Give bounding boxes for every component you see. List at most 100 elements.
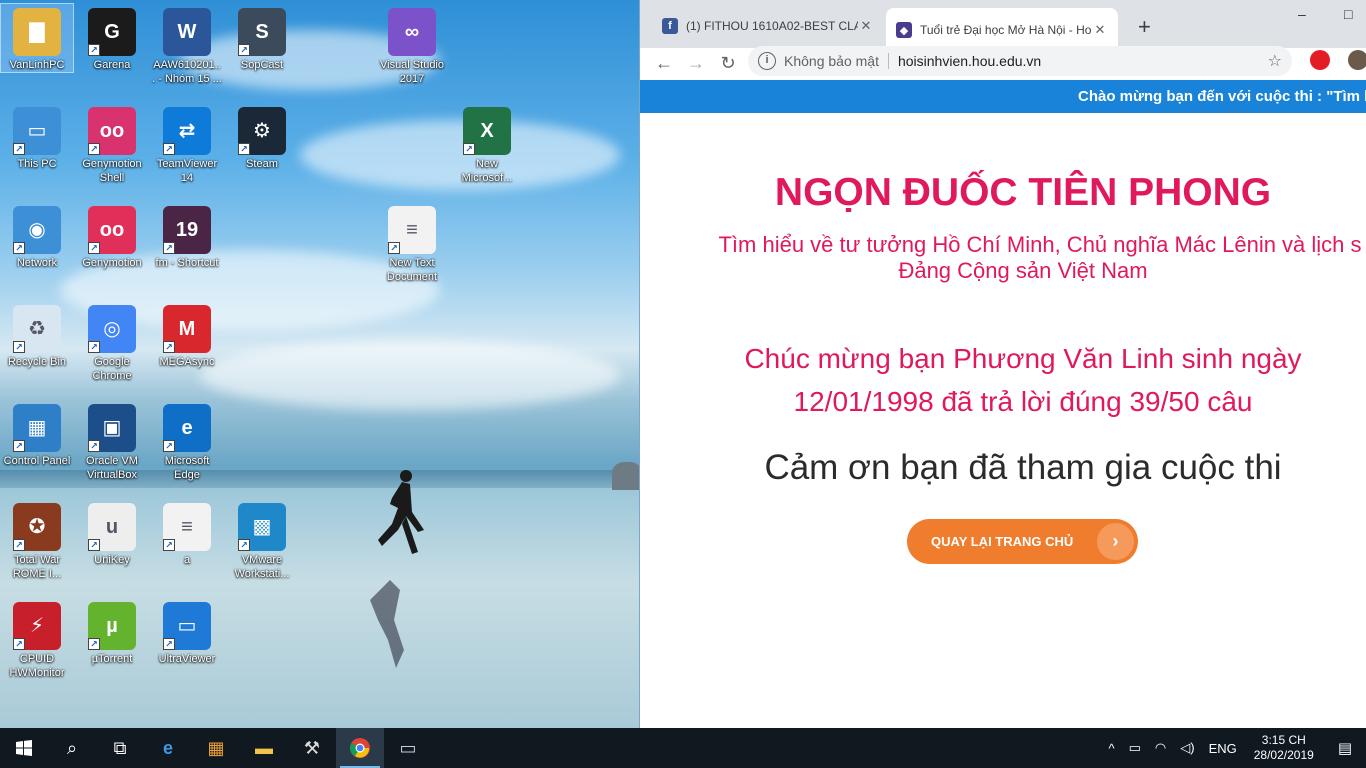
total-war-icon: ✪ ↗ xyxy=(13,503,61,551)
shortcut-arrow-icon: ↗ xyxy=(163,143,175,155)
opera-vpn-extension-icon[interactable] xyxy=(1310,50,1330,70)
desktop-icon-steam[interactable]: ⚙ ↗ Steam xyxy=(226,103,298,171)
reload-button[interactable]: ↻ xyxy=(712,53,744,74)
new-tab-button[interactable]: + xyxy=(1138,14,1151,40)
genymotion-icon: oo ↗ xyxy=(88,206,136,254)
taskbar-monitor-app[interactable]: ▭ xyxy=(384,728,432,768)
desktop-icon-label: New Microsof... xyxy=(461,158,513,184)
desktop-icon-virtualbox[interactable]: ▣ ↗ Oracle VM VirtualBox xyxy=(76,400,148,482)
taskbar-file-explorer[interactable]: ▬ xyxy=(240,728,288,768)
start-button[interactable] xyxy=(0,728,48,768)
system-tray: ^ ▭ ◠ ◁) ENG 3:15 CH 28/02/2019 ▤ xyxy=(1102,728,1366,768)
profile-avatar[interactable] xyxy=(1348,50,1366,70)
desktop-icon-genymotion-shell[interactable]: oo ↗ Genymotion Shell xyxy=(76,103,148,185)
address-bar[interactable]: i Không bảo mật hoisinhvien.hou.edu.vn ☆ xyxy=(748,46,1292,76)
desktop-icon-teamviewer[interactable]: ⇄ ↗ TeamViewer 14 xyxy=(151,103,223,185)
windows-logo-icon xyxy=(16,740,32,756)
desktop-icon-chrome[interactable]: ◎ ↗ Google Chrome xyxy=(76,301,148,383)
desktop-icon-text-document[interactable]: ≡ ↗ New Text Document xyxy=(376,202,448,284)
desktop-icon-vmware[interactable]: ▩ ↗ VMware Workstati... xyxy=(226,499,298,581)
user-folder-icon: ▇ xyxy=(13,8,61,56)
chevron-right-icon: › xyxy=(1097,523,1134,560)
taskbar-store[interactable]: ▦ xyxy=(192,728,240,768)
page-title: NGỌN ĐUỐC TIÊN PHONG xyxy=(774,171,1272,214)
result-message: Chúc mừng bạn Phương Văn Linh sinh ngày … xyxy=(640,337,1366,423)
facebook-icon: f xyxy=(662,18,678,34)
desktop-icon-label: Total War ROME I... xyxy=(12,554,62,580)
recycle-bin-icon: ♻ ↗ xyxy=(13,305,61,353)
steam-icon: ⚙ ↗ xyxy=(238,107,286,155)
taskbar-edge[interactable]: e xyxy=(144,728,192,768)
page-subtitle-line2: Đảng Cộng sản Việt Nam xyxy=(898,258,1148,283)
chrome-icon xyxy=(350,738,370,758)
volume-icon[interactable]: ◁) xyxy=(1173,740,1201,756)
back-to-home-button[interactable]: QUAY LẠI TRANG CHỦ › xyxy=(907,519,1138,564)
desktop-icon-label: This PC xyxy=(17,158,57,170)
desktop-icon-label: Visual Studio 2017 xyxy=(379,59,444,85)
bookmark-star-icon[interactable]: ☆ xyxy=(1268,51,1282,71)
desktop-icon-label: MEGAsync xyxy=(159,356,215,368)
forward-button[interactable]: → xyxy=(680,53,712,74)
desktop-icon-fm-shortcut[interactable]: 19 ↗ fm - Shortcut xyxy=(151,202,223,270)
edge-icon: e ↗ xyxy=(163,404,211,452)
genymotion-shell-icon: oo ↗ xyxy=(88,107,136,155)
desktop-icon-visual-studio[interactable]: ∞ Visual Studio 2017 xyxy=(376,4,448,86)
chrome-icon: ◎ ↗ xyxy=(88,305,136,353)
desktop-icon-label: CPUID HWMonitor xyxy=(9,653,65,679)
taskbar-chrome[interactable] xyxy=(336,728,384,768)
desktop-icon-network[interactable]: ◉ ↗ Network xyxy=(1,202,73,270)
task-view-icon: ⧉ xyxy=(113,737,127,758)
desktop-icon-ultraviewer[interactable]: ▭ ↗ UltraViewer xyxy=(151,598,223,666)
back-button[interactable]: ← xyxy=(648,53,680,74)
show-hidden-icons-button[interactable]: ^ xyxy=(1102,741,1122,756)
taskbar-tool[interactable]: ⚒ xyxy=(288,728,336,768)
desktop-icon-sopcast[interactable]: S ↗ SopCast xyxy=(226,4,298,72)
megasync-icon: M ↗ xyxy=(163,305,211,353)
excel-document-icon: X ↗ xyxy=(463,107,511,155)
garena-icon: G ↗ xyxy=(88,8,136,56)
desktop-icon-control-panel[interactable]: ▦ ↗ Control Panel xyxy=(1,400,73,468)
desktop-icon-word-document[interactable]: W AAW610201... - Nhóm 15 ... xyxy=(151,4,223,86)
search-button[interactable]: ⌕ xyxy=(48,728,96,768)
desktop-icon-utorrent[interactable]: µ ↗ µTorrent xyxy=(76,598,148,666)
shortcut-arrow-icon: ↗ xyxy=(238,143,250,155)
desktop-icon-text-document[interactable]: ≡ ↗ a xyxy=(151,499,223,567)
desktop-icon-user-folder[interactable]: ▇ VanLinhPC xyxy=(0,3,74,73)
desktop-icon-edge[interactable]: e ↗ Microsoft Edge xyxy=(151,400,223,482)
clock-date: 28/02/2019 xyxy=(1253,748,1314,762)
desktop-icon-excel-document[interactable]: X ↗ New Microsof... xyxy=(451,103,523,185)
clock-time: 3:15 CH xyxy=(1261,733,1306,747)
action-center-icon[interactable]: ▤ xyxy=(1324,739,1366,757)
tab-strip: f (1) FITHOU 1610A02-BEST CLASS ✕ ◆ Tuổi… xyxy=(640,0,1366,52)
shortcut-arrow-icon: ↗ xyxy=(163,341,175,353)
info-icon[interactable]: i xyxy=(758,52,776,70)
minimize-button[interactable]: – xyxy=(1298,6,1306,22)
shortcut-arrow-icon: ↗ xyxy=(238,539,250,551)
shortcut-arrow-icon: ↗ xyxy=(13,242,25,254)
task-view-button[interactable]: ⧉ xyxy=(96,728,144,768)
desktop-icon-genymotion[interactable]: oo ↗ Genymotion xyxy=(76,202,148,270)
desktop-icon-computer[interactable]: ▭ ↗ This PC xyxy=(1,103,73,171)
desktop-icon-label: Google Chrome xyxy=(92,356,132,382)
input-language[interactable]: ENG xyxy=(1202,741,1244,756)
desktop-icon-label: Microsoft Edge xyxy=(164,455,210,481)
desktop-icon-unikey[interactable]: u ↗ UniKey xyxy=(76,499,148,567)
tab-facebook[interactable]: f (1) FITHOU 1610A02-BEST CLASS ✕ xyxy=(652,8,884,44)
page-subtitle: Tìm hiểu về tư tưởng Hồ Chí Minh, Chủ ng… xyxy=(718,232,1362,257)
desktop-icon-megasync[interactable]: M ↗ MEGAsync xyxy=(151,301,223,369)
battery-icon[interactable]: ▭ xyxy=(1122,740,1148,756)
desktop-icon-label: Control Panel xyxy=(3,455,71,467)
shortcut-arrow-icon: ↗ xyxy=(13,143,25,155)
visual-studio-icon: ∞ xyxy=(388,8,436,56)
close-icon[interactable]: ✕ xyxy=(858,18,874,34)
maximize-button[interactable]: □ xyxy=(1344,6,1352,22)
desktop-icon-garena[interactable]: G ↗ Garena xyxy=(76,4,148,72)
wifi-icon[interactable]: ◠ xyxy=(1148,740,1173,756)
clock[interactable]: 3:15 CH 28/02/2019 xyxy=(1244,733,1324,763)
desktop-icon-recycle-bin[interactable]: ♻ ↗ Recycle Bin xyxy=(1,301,73,369)
result-line-1: Chúc mừng bạn Phương Văn Linh sinh ngày xyxy=(744,343,1302,374)
desktop-icon-total-war[interactable]: ✪ ↗ Total War ROME I... xyxy=(1,499,73,581)
desktop-icon-label: VMware Workstati... xyxy=(234,554,290,580)
desktop-icon-hwmonitor[interactable]: ⚡ ↗ CPUID HWMonitor xyxy=(1,598,73,680)
close-icon[interactable]: ✕ xyxy=(1092,22,1108,38)
